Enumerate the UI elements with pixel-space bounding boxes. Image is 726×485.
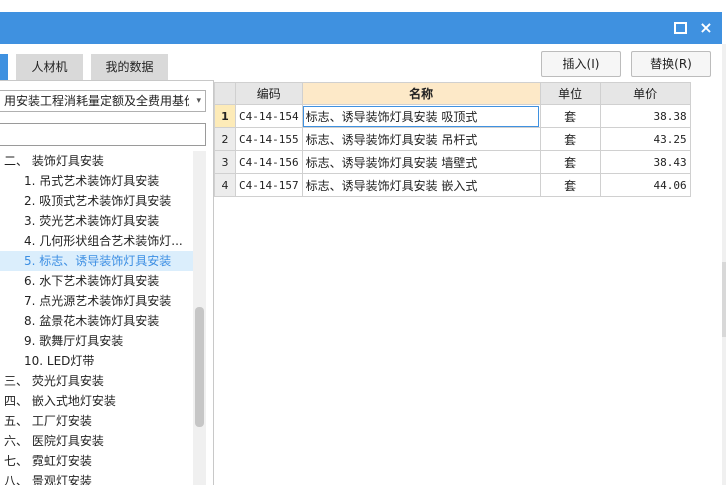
replace-button[interactable]: 替换(R) [631,51,711,77]
maximize-icon[interactable] [673,21,687,35]
tree-scrollbar-thumb[interactable] [195,307,204,427]
cell-code[interactable]: C4-14-156 [235,150,303,174]
insert-button[interactable]: 插入(I) [541,51,621,77]
tree-item[interactable]: 7. 点光源艺术装饰灯具安装 [0,291,193,311]
row-number[interactable]: 1 [214,104,236,128]
tree-item-label: 8. 盆景花木装饰灯具安装 [24,314,160,328]
quota-grid: 编码 名称 单位 单价 1 C4-14-154 标志、诱导装饰灯具安装 吸顶式套 38… [214,82,691,197]
tab-bar: 人材机 我的数据 [0,54,214,80]
chevron-down-icon[interactable]: ▾ [196,91,201,111]
tab-materials[interactable]: 人材机 [16,54,83,80]
tab-active[interactable] [0,54,8,80]
cell-price[interactable]: 38.38 [599,104,691,128]
close-icon[interactable]: × [699,20,713,36]
tree-item[interactable]: 1. 吊式艺术装饰灯具安装 [0,171,193,191]
tree-item-label: 7. 点光源艺术装饰灯具安装 [24,294,172,308]
cell-code[interactable]: C4-14-157 [235,173,303,197]
tree-item-label: 2. 吸顶式艺术装饰灯具安装 [24,194,172,208]
cell-name[interactable]: 标志、诱导装饰灯具安装 嵌入式 [301,173,541,197]
row-number[interactable]: 2 [214,127,236,151]
tree-item-label: 4. 几何形状组合艺术装饰灯... [24,234,183,248]
row-number[interactable]: 4 [214,173,236,197]
tree-item[interactable]: 10. LED灯带 [0,351,193,371]
tree-item-label: 五、 工厂灯安装 [4,414,92,428]
tree-item[interactable]: 9. 歌舞厅灯具安装 [0,331,193,351]
tree-item[interactable]: 2. 吸顶式艺术装饰灯具安装 [0,191,193,211]
cell-price[interactable]: 38.43 [599,150,691,174]
cell-name[interactable]: 标志、诱导装饰灯具安装 吸顶式 [301,104,541,128]
table-row[interactable]: 2 C4-14-155 标志、诱导装饰灯具安装 吊杆式套 43.25 [214,127,691,151]
tree-item-label: 1. 吊式艺术装饰灯具安装 [24,174,160,188]
tree-item[interactable]: 七、 霓虹灯安装 [0,451,193,471]
cell-unit[interactable]: 套 [539,104,601,128]
tree-item-label: 三、 荧光灯具安装 [4,374,104,388]
quota-select[interactable]: 用安装工程消耗量定额及全费用基价表 ▾ [0,90,206,112]
tree-item-label: 5. 标志、诱导装饰灯具安装 [24,254,172,268]
tree-item-label: 6. 水下艺术装饰灯具安装 [24,274,160,288]
tree-item-label: 二、 装饰灯具安装 [4,154,104,168]
cell-code[interactable]: C4-14-155 [235,127,303,151]
row-number[interactable]: 3 [214,150,236,174]
header-name[interactable]: 名称 [301,82,541,105]
tree-item[interactable]: 五、 工厂灯安装 [0,411,193,431]
header-code[interactable]: 编码 [235,82,303,105]
cell-unit[interactable]: 套 [539,173,601,197]
tree-item[interactable]: 二、 装饰灯具安装 [0,151,193,171]
tab-my-data[interactable]: 我的数据 [91,54,168,80]
cell-name[interactable]: 标志、诱导装饰灯具安装 吊杆式 [301,127,541,151]
edge-marker [722,262,726,337]
tree-item-label: 六、 医院灯具安装 [4,434,104,448]
tree-item-label: 9. 歌舞厅灯具安装 [24,334,124,348]
tree-item-label: 10. LED灯带 [24,354,95,368]
tree-item[interactable]: 8. 盆景花木装饰灯具安装 [0,311,193,331]
tree-item[interactable]: 5. 标志、诱导装饰灯具安装 [0,251,193,271]
tree-item-label: 四、 嵌入式地灯安装 [4,394,116,408]
grid-header-row: 编码 名称 单位 单价 [214,82,691,105]
tab-divider [0,80,214,81]
tree-item[interactable]: 4. 几何形状组合艺术装饰灯... [0,231,193,251]
window-titlebar: × [0,12,722,44]
tree-item-label: 3. 荧光艺术装饰灯具安装 [24,214,160,228]
table-row[interactable]: 1 C4-14-154 标志、诱导装饰灯具安装 吸顶式套 38.38 [214,104,691,128]
right-edge-strip [722,44,726,485]
tree-item[interactable]: 3. 荧光艺术装饰灯具安装 [0,211,193,231]
tree-item[interactable]: 四、 嵌入式地灯安装 [0,391,193,411]
tree-item[interactable]: 六、 医院灯具安装 [0,431,193,451]
table-row[interactable]: 3 C4-14-156 标志、诱导装饰灯具安装 墙壁式套 38.43 [214,150,691,174]
header-unit[interactable]: 单位 [539,82,601,105]
table-row[interactable]: 4 C4-14-157 标志、诱导装饰灯具安装 嵌入式套 44.06 [214,173,691,197]
cell-price[interactable]: 43.25 [599,127,691,151]
header-row-number [214,82,236,105]
tree-item[interactable]: 三、 荧光灯具安装 [0,371,193,391]
tree-item[interactable]: 6. 水下艺术装饰灯具安装 [0,271,193,291]
cell-price[interactable]: 44.06 [599,173,691,197]
cell-unit[interactable]: 套 [539,127,601,151]
tree-item-label: 八、 景观灯安装 [4,474,92,485]
search-input[interactable] [0,123,206,146]
header-price[interactable]: 单价 [599,82,691,105]
cell-name[interactable]: 标志、诱导装饰灯具安装 墙壁式 [301,150,541,174]
tree-scrollbar[interactable] [193,151,206,485]
cell-code[interactable]: C4-14-154 [235,104,303,128]
category-tree: 二、 装饰灯具安装 1. 吊式艺术装饰灯具安装 2. 吸顶式艺术装饰灯具安装 3. 荧… [0,151,193,485]
quota-select-value: 用安装工程消耗量定额及全费用基价表 [4,94,189,108]
tree-item-label: 七、 霓虹灯安装 [4,454,92,468]
cell-unit[interactable]: 套 [539,150,601,174]
tree-item[interactable]: 八、 景观灯安装 [0,471,193,485]
